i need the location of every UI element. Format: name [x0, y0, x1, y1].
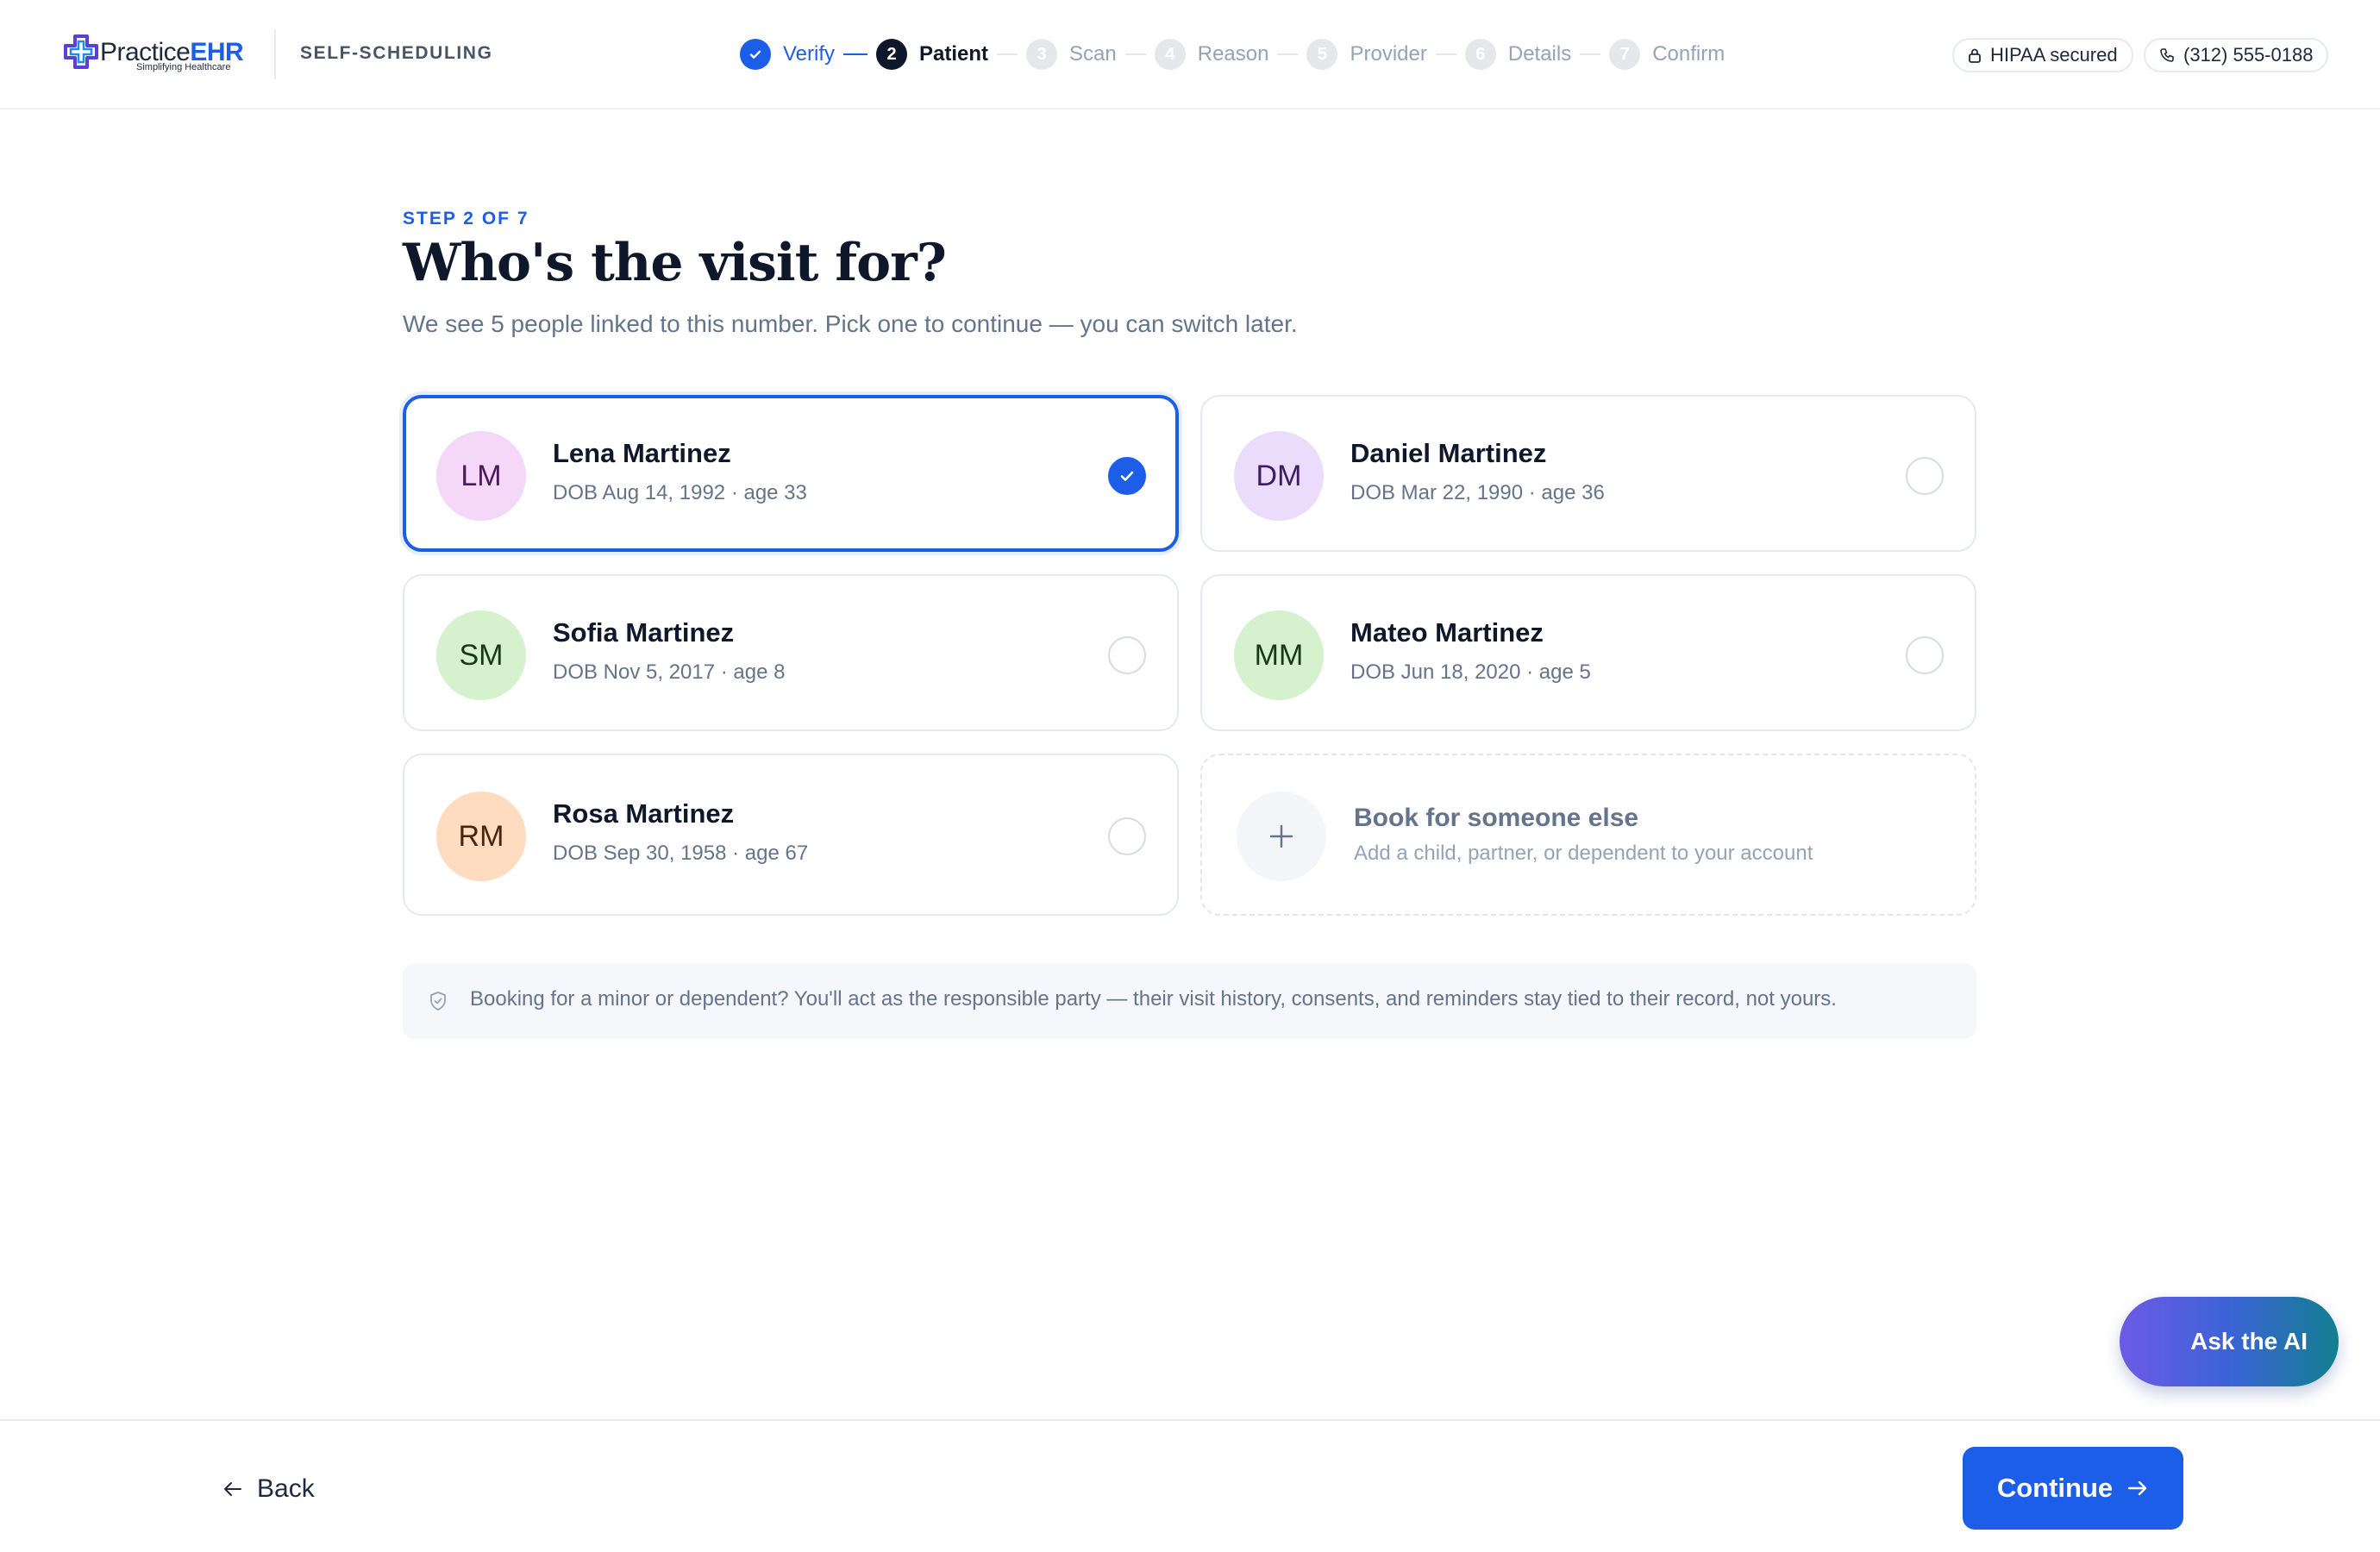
patient-dob: DOB Nov 5, 2017 · age 8: [553, 660, 786, 684]
selected-check-icon[interactable]: [1108, 457, 1146, 495]
step-connector: [843, 53, 868, 55]
ask-ai-label: Ask the AI: [2190, 1328, 2308, 1355]
step-verify[interactable]: Verify: [740, 39, 835, 70]
step-label: Scan: [1069, 42, 1117, 66]
patient-dob: DOB Jun 18, 2020 · age 5: [1350, 660, 1591, 684]
select-radio[interactable]: [1906, 636, 1944, 674]
step-provider: 5 Provider: [1306, 39, 1427, 70]
step-number: 4: [1154, 39, 1186, 70]
phone-number: (312) 555-0188: [2183, 44, 2314, 66]
check-icon: [740, 39, 771, 70]
header-divider: [274, 29, 276, 79]
patient-name: Mateo Martinez: [1350, 617, 1544, 648]
select-radio[interactable]: [1108, 636, 1146, 674]
page-title: Who's the visit for?: [403, 233, 947, 293]
back-label: Back: [257, 1474, 315, 1503]
step-number: 7: [1609, 39, 1641, 70]
back-button[interactable]: Back: [222, 1474, 315, 1504]
step-label: Confirm: [1652, 42, 1726, 66]
step-scan: 3 Scan: [1026, 39, 1117, 70]
medical-cross-icon: [64, 34, 98, 69]
avatar: SM: [436, 610, 526, 700]
patient-card[interactable]: RM Rosa Martinez DOB Sep 30, 1958 · age 67: [403, 754, 1179, 916]
phone-link[interactable]: (312) 555-0188: [2144, 38, 2329, 72]
step-confirm: 7 Confirm: [1609, 39, 1725, 70]
book-for-someone-else-card[interactable]: Book for someone else Add a child, partn…: [1200, 754, 1976, 916]
continue-button[interactable]: Continue: [1963, 1447, 2183, 1530]
arrow-right-icon: [2127, 1480, 2147, 1496]
patient-card[interactable]: DM Daniel Martinez DOB Mar 22, 1990 · age …: [1200, 395, 1976, 552]
arrow-left-icon: [224, 1482, 241, 1496]
app-section-label: SELF-SCHEDULING: [300, 43, 493, 63]
shield-check-icon: [430, 992, 446, 1011]
step-connector: [997, 53, 1018, 55]
practice-ehr-logo[interactable]: PracticeEHR Simplifying Healthcare: [62, 33, 244, 76]
step-connector: [1124, 53, 1146, 55]
step-patient: 2 Patient: [876, 39, 988, 70]
step-details: 6 Details: [1464, 39, 1572, 70]
add-card-subtitle: Add a child, partner, or dependent to yo…: [1354, 842, 1813, 865]
select-radio[interactable]: [1906, 457, 1944, 495]
dependent-notice: Booking for a minor or dependent? You'll…: [403, 963, 1976, 1039]
step-number: 5: [1306, 39, 1338, 70]
plus-icon: [1237, 792, 1326, 881]
patient-dob: DOB Aug 14, 1992 · age 33: [553, 481, 807, 504]
patient-name: Daniel Martinez: [1350, 438, 1547, 468]
footer-bar: Back Continue: [0, 1419, 2380, 1552]
step-indicator: STEP 2 OF 7: [403, 209, 529, 228]
patient-name: Lena Martinez: [553, 438, 731, 468]
patient-dob: DOB Sep 30, 1958 · age 67: [553, 842, 809, 865]
step-connector: [1277, 53, 1299, 55]
patient-card[interactable]: MM Mateo Martinez DOB Jun 18, 2020 · age 5: [1200, 574, 1976, 731]
patient-card[interactable]: SM Sofia Martinez DOB Nov 5, 2017 · age 8: [403, 574, 1179, 731]
avatar: MM: [1234, 610, 1324, 700]
add-card-title: Book for someone else: [1354, 804, 1639, 832]
hipaa-badge: HIPAA secured: [1952, 38, 2133, 72]
hipaa-label: HIPAA secured: [1990, 44, 2118, 66]
ask-ai-button[interactable]: Ask the AI: [2120, 1297, 2339, 1386]
step-number: 6: [1464, 39, 1496, 70]
step-label: Patient: [919, 42, 989, 66]
patient-name: Rosa Martinez: [553, 798, 735, 829]
step-number: 3: [1026, 39, 1058, 70]
lock-icon: [1969, 48, 1981, 63]
patient-dob: DOB Mar 22, 1990 · age 36: [1350, 481, 1605, 504]
step-connector: [1435, 53, 1456, 55]
top-header: PracticeEHR Simplifying Healthcare SELF-…: [0, 0, 2380, 110]
step-connector: [1580, 53, 1601, 55]
phone-icon: [2160, 48, 2174, 62]
step-label: Provider: [1350, 42, 1427, 66]
page-subtitle: We see 5 people linked to this number. P…: [403, 310, 1298, 337]
step-label: Reason: [1197, 42, 1269, 66]
step-label: Details: [1507, 42, 1572, 66]
step-number: 2: [876, 39, 908, 70]
select-radio[interactable]: [1108, 817, 1146, 855]
patient-card[interactable]: LM Lena Martinez DOB Aug 14, 1992 · age 33: [403, 395, 1179, 552]
logo-tagline: Simplifying Healthcare: [136, 62, 231, 72]
step-label: Verify: [783, 42, 836, 66]
avatar: DM: [1234, 431, 1324, 521]
notice-text: Booking for a minor or dependent? You'll…: [470, 987, 1837, 1011]
continue-label: Continue: [1996, 1473, 2114, 1503]
patient-name: Sofia Martinez: [553, 617, 735, 648]
avatar: LM: [436, 431, 526, 521]
avatar: RM: [436, 792, 526, 881]
progress-stepper: Verify 2 Patient 3 Scan 4 Reason 5 Provider 6 Deta…: [740, 38, 1725, 71]
step-reason: 4 Reason: [1154, 39, 1269, 70]
